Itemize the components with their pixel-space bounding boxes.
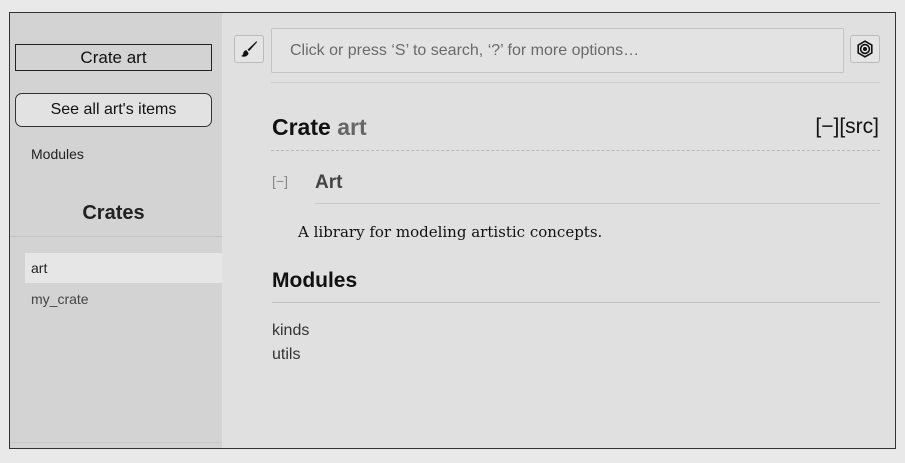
crates-divider — [10, 236, 222, 237]
crate-item-my-crate[interactable]: my_crate — [25, 284, 222, 314]
page-title: Crate art — [272, 114, 367, 141]
sidebar: Crate art See all art's items Modules Cr… — [10, 13, 222, 448]
section-divider — [315, 203, 880, 204]
rustdoc-page: Crate art See all art's items Modules Cr… — [9, 12, 896, 449]
collapse-all-toggle[interactable]: [−] — [815, 115, 839, 138]
crate-item-art[interactable]: art — [25, 253, 222, 283]
modules-heading: Modules — [272, 269, 358, 292]
crate-doc-text: A library for modeling artistic concepts… — [298, 223, 603, 241]
settings-button[interactable] — [850, 35, 880, 63]
see-all-items-button[interactable]: See all art's items — [15, 93, 212, 127]
header-divider — [271, 82, 880, 83]
module-link-utils[interactable]: utils — [272, 346, 300, 364]
sidebar-crate-title[interactable]: Crate art — [15, 44, 212, 71]
search-input[interactable] — [271, 28, 844, 73]
sidebar-divider — [10, 442, 222, 443]
page-title-prefix: Crate — [272, 114, 338, 140]
gear-icon — [857, 40, 873, 58]
theme-picker-button[interactable] — [234, 35, 264, 63]
section-collapse-toggle[interactable]: [−] — [272, 173, 288, 189]
src-link[interactable]: [src] — [839, 115, 879, 138]
sidebar-modules-link[interactable]: Modules — [31, 146, 84, 162]
page-title-crate-link[interactable]: art — [337, 114, 366, 140]
crates-heading: Crates — [82, 202, 145, 224]
doc-section-heading: Art — [315, 172, 343, 193]
title-divider — [271, 150, 880, 151]
module-link-kinds[interactable]: kinds — [272, 322, 309, 340]
paintbrush-icon — [241, 41, 258, 57]
out-of-band-links: [−][src] — [815, 115, 879, 139]
modules-divider — [272, 302, 880, 303]
